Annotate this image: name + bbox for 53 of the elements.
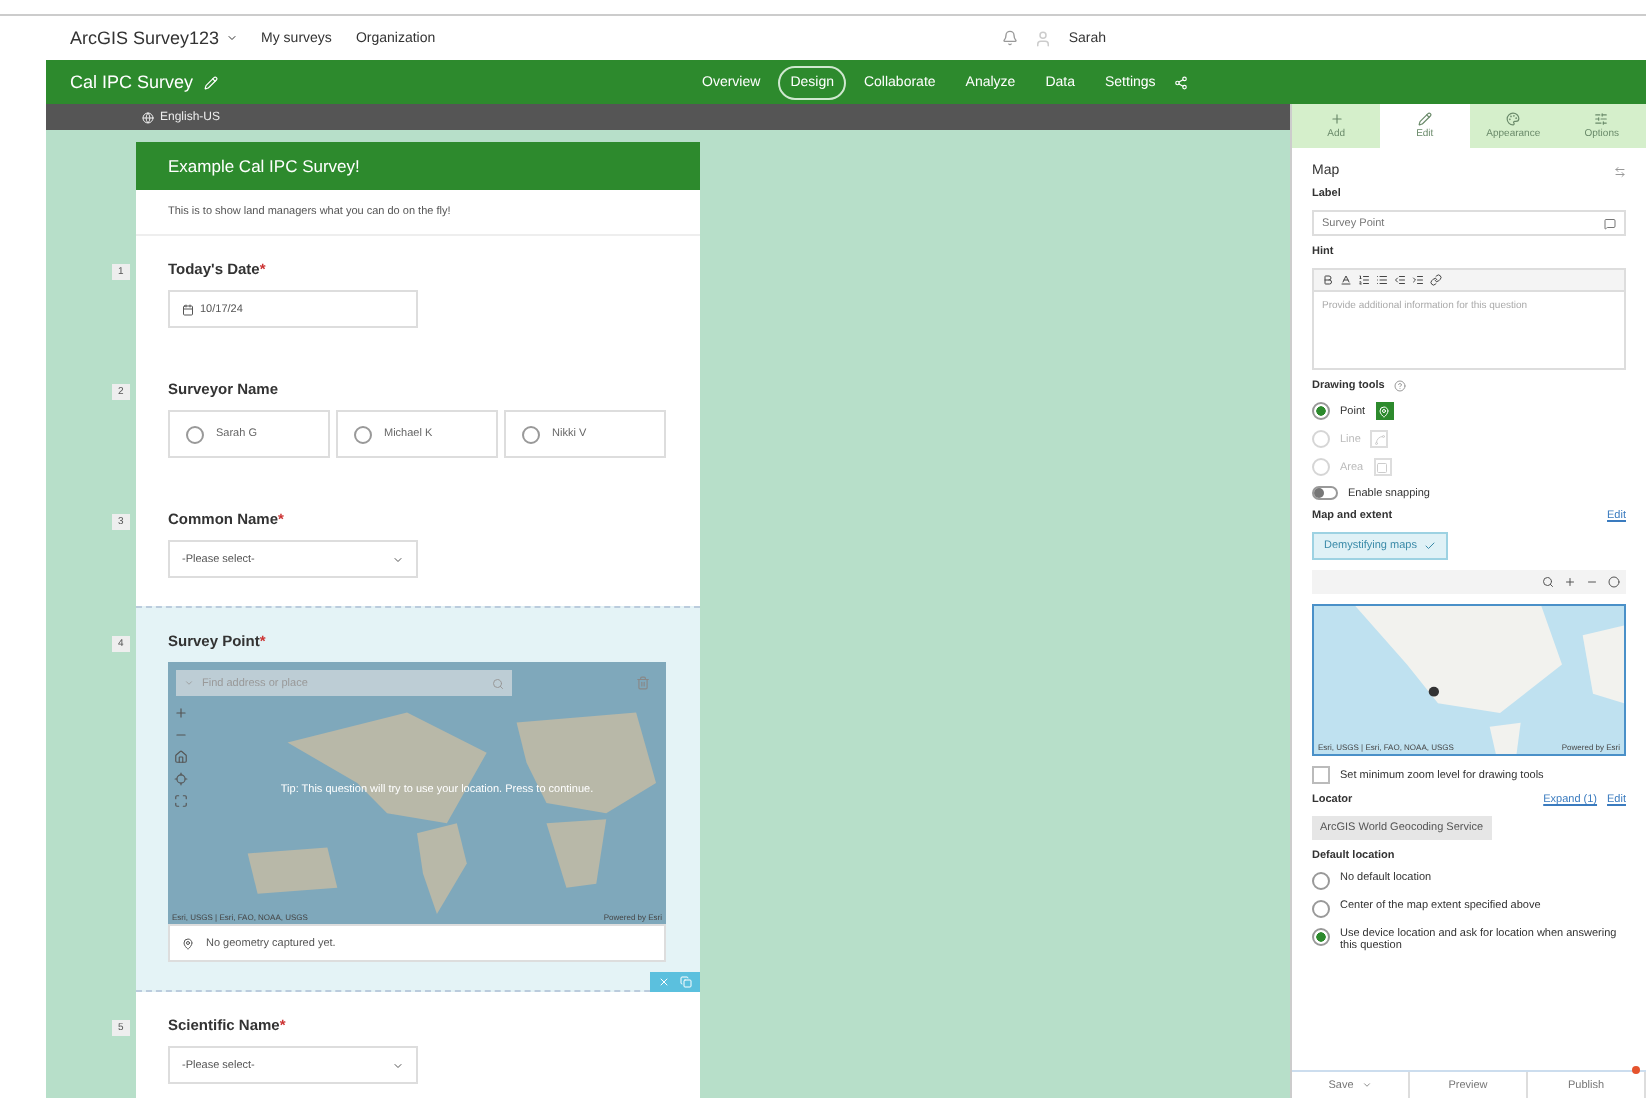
fullscreen-icon[interactable] (174, 794, 188, 808)
form-header: Example Cal IPC Survey! (136, 142, 700, 190)
toggle-switch[interactable] (1312, 486, 1338, 500)
search-icon[interactable] (1542, 576, 1554, 588)
bold-icon[interactable] (1322, 274, 1334, 286)
zoom-in-icon[interactable] (174, 706, 188, 720)
help-icon[interactable] (1394, 380, 1407, 392)
locate-icon[interactable] (174, 772, 188, 786)
pin-icon (182, 937, 194, 949)
app-title[interactable]: ArcGIS Survey123 (70, 28, 238, 48)
calendar-icon (182, 303, 194, 315)
pencil-icon (1417, 112, 1432, 126)
pin-icon (1378, 405, 1391, 417)
close-icon[interactable] (658, 976, 670, 988)
palette-icon (1506, 112, 1521, 126)
numbered-list-icon[interactable] (1358, 274, 1370, 286)
copy-icon[interactable] (680, 976, 692, 988)
bullet-list-icon[interactable] (1376, 274, 1388, 286)
zoom-out-icon[interactable] (1586, 576, 1598, 588)
font-color-icon[interactable] (1340, 274, 1352, 286)
line-icon (1373, 433, 1386, 445)
outdent-icon[interactable] (1394, 274, 1406, 286)
radio-button[interactable] (1312, 928, 1330, 946)
globe-icon (142, 111, 154, 123)
swap-icon[interactable] (1614, 165, 1626, 177)
caret-icon[interactable] (184, 678, 194, 688)
link-icon[interactable] (1430, 274, 1442, 286)
zoom-in-icon[interactable] (1564, 576, 1576, 588)
notification-icon[interactable] (1002, 30, 1019, 46)
home-icon[interactable] (174, 750, 188, 764)
radio-button[interactable] (1312, 402, 1330, 420)
caret-icon (1361, 1080, 1372, 1090)
pencil-icon[interactable] (203, 75, 218, 89)
caret-icon (392, 1059, 404, 1071)
radio-button[interactable] (1312, 900, 1330, 918)
radio-button[interactable] (1312, 872, 1330, 890)
indent-icon[interactable] (1412, 274, 1424, 286)
caret-icon[interactable] (225, 32, 238, 44)
tool-button[interactable] (1375, 402, 1394, 420)
check-icon (1424, 540, 1437, 552)
notification-dot (1632, 1066, 1640, 1074)
question-tools[interactable] (650, 972, 700, 992)
survey-title: Cal IPC Survey (70, 72, 194, 92)
caret-icon (392, 553, 404, 565)
comment-icon[interactable] (1604, 217, 1616, 229)
zoom-out-icon[interactable] (174, 728, 188, 742)
avatar-icon (1034, 29, 1053, 47)
plus-icon (1329, 112, 1344, 126)
square-icon (1376, 461, 1389, 473)
locate-icon[interactable] (1608, 576, 1620, 588)
sliders-icon (1594, 112, 1609, 126)
share-icon[interactable] (1173, 75, 1188, 89)
checkbox[interactable] (1312, 766, 1330, 784)
